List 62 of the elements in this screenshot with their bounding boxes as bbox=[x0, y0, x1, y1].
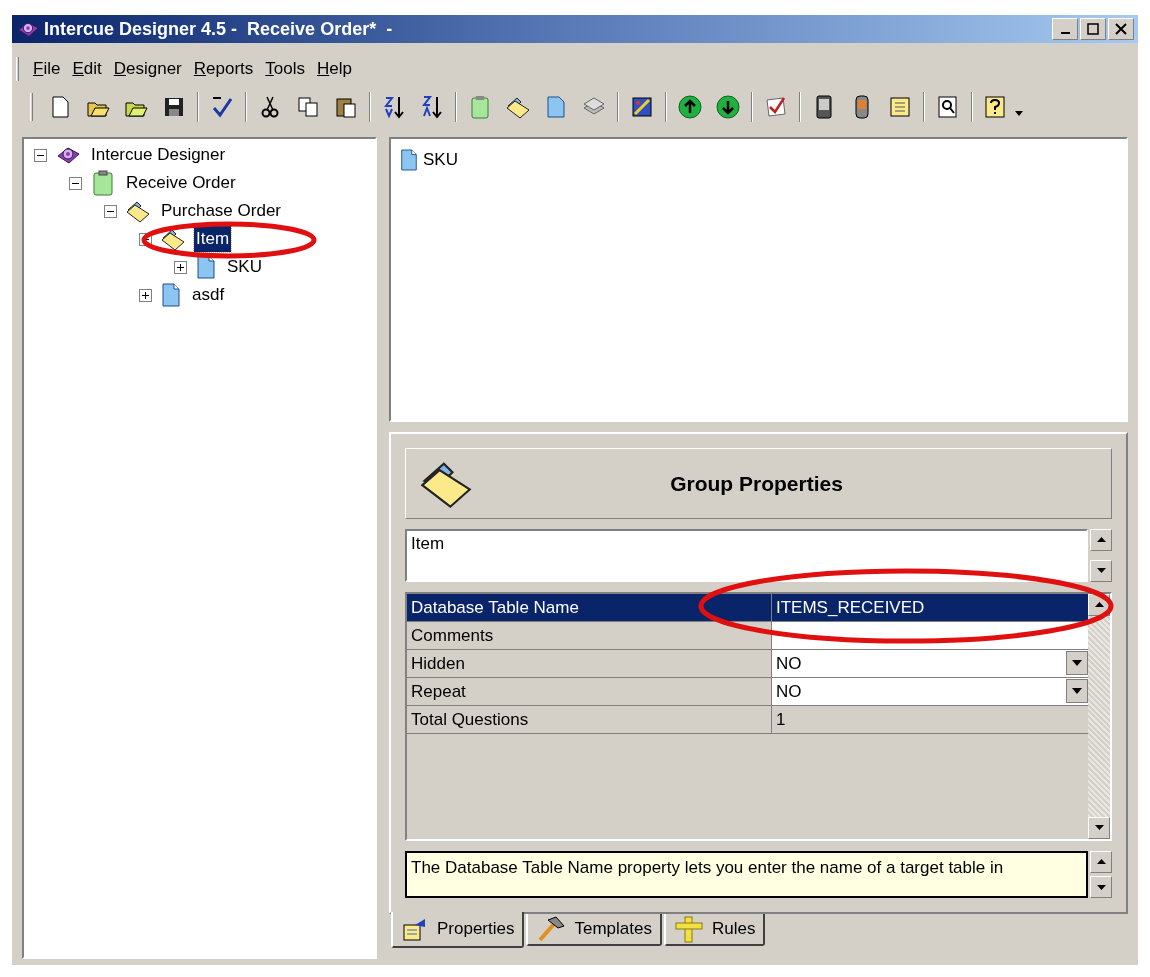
sort-ascending-icon[interactable] bbox=[381, 94, 407, 120]
tree-item[interactable]: Item bbox=[194, 226, 232, 252]
scroll-down-button[interactable] bbox=[1090, 876, 1112, 898]
menu-item[interactable]: Edit bbox=[66, 56, 108, 82]
down-arrow-icon bbox=[1096, 884, 1106, 890]
tab[interactable]: Properties bbox=[391, 912, 525, 948]
tab[interactable]: Templates bbox=[526, 914, 662, 946]
up-arrow-icon bbox=[1096, 537, 1106, 543]
up-arrow-icon bbox=[1096, 859, 1106, 865]
dropdown-arrow-icon[interactable] bbox=[1066, 651, 1088, 676]
notepad-icon[interactable] bbox=[887, 94, 913, 120]
sort-descending-icon[interactable] bbox=[419, 94, 445, 120]
close-icon bbox=[1115, 23, 1127, 35]
copy-icon[interactable] bbox=[295, 94, 321, 120]
scroll-up-button[interactable] bbox=[1090, 528, 1112, 551]
wand-icon[interactable] bbox=[629, 94, 655, 120]
name-field[interactable]: Item bbox=[405, 528, 1088, 582]
window-title: Intercue Designer 4.5 - Receive Order* - bbox=[44, 17, 393, 41]
page-icon bbox=[195, 254, 217, 280]
page-icon bbox=[399, 147, 419, 172]
property-value[interactable]: ITEMS_RECEIVED bbox=[772, 593, 1088, 621]
clipboard-icon bbox=[90, 170, 116, 196]
list-item[interactable]: SKU bbox=[423, 147, 458, 173]
scroll-down-button[interactable] bbox=[1088, 816, 1110, 839]
down-arrow-icon bbox=[1096, 568, 1106, 574]
collapse-box[interactable] bbox=[34, 148, 47, 162]
dropdown-arrow-icon[interactable] bbox=[1066, 679, 1088, 704]
menu-item[interactable]: Designer bbox=[107, 56, 188, 82]
menu-item[interactable]: Reports bbox=[187, 56, 260, 82]
caret-icon[interactable] bbox=[1015, 110, 1023, 116]
menu-item[interactable]: Help bbox=[311, 56, 358, 82]
expand-box[interactable] bbox=[139, 288, 152, 302]
hammer-icon bbox=[536, 915, 567, 943]
property-dropdown[interactable]: NO bbox=[772, 649, 1088, 677]
page-icon bbox=[160, 282, 182, 308]
down-arrow-icon bbox=[1094, 825, 1104, 831]
menu-item[interactable]: File bbox=[27, 56, 67, 82]
tree-item[interactable]: Purchase Order bbox=[159, 198, 283, 224]
maximize-icon bbox=[1087, 23, 1099, 35]
tree-item[interactable]: Intercue Designer bbox=[89, 142, 228, 168]
scrollbar[interactable] bbox=[1088, 593, 1110, 839]
scroll-down-button[interactable] bbox=[1090, 559, 1112, 582]
close-button[interactable] bbox=[1108, 18, 1134, 40]
property-dropdown[interactable]: NO bbox=[772, 677, 1088, 705]
property-description: The Database Table Name property lets you enter the name of a target table in bbox=[405, 850, 1088, 898]
expand-box[interactable] bbox=[174, 260, 187, 274]
scroll-up-button[interactable] bbox=[1090, 850, 1112, 873]
tree-item[interactable]: SKU bbox=[225, 254, 264, 280]
maximize-button[interactable] bbox=[1080, 18, 1106, 40]
tree-item[interactable]: asdf bbox=[190, 282, 227, 308]
property-name: Database Table Name bbox=[407, 593, 772, 621]
menu-item[interactable]: Tools bbox=[259, 56, 311, 82]
collapse-box[interactable] bbox=[104, 204, 117, 218]
cross-icon bbox=[673, 915, 704, 943]
minimize-icon bbox=[1060, 32, 1070, 34]
tree-item[interactable]: Receive Order bbox=[124, 170, 238, 196]
minimize-button[interactable] bbox=[1052, 18, 1078, 40]
tab[interactable]: Rules bbox=[663, 914, 766, 946]
checkmark-icon[interactable] bbox=[763, 94, 789, 120]
properties-title: Group Properties bbox=[669, 470, 844, 497]
up-arrow-icon bbox=[1094, 602, 1104, 608]
collapse-box[interactable] bbox=[69, 176, 82, 190]
